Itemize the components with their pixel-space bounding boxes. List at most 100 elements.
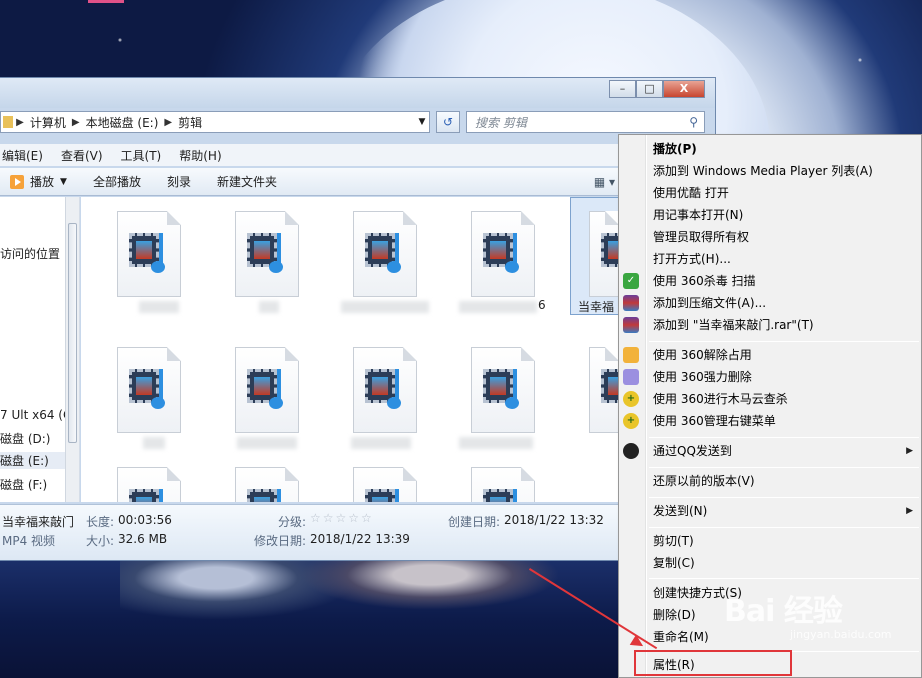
- nav-item-recent-places[interactable]: 访问的位置: [0, 245, 60, 262]
- search-icon[interactable]: ⚲: [689, 115, 698, 129]
- menu-tools[interactable]: 工具(T): [119, 147, 164, 164]
- menu-item-360-scan[interactable]: 使用 360杀毒 扫描: [653, 271, 756, 291]
- close-button[interactable]: X: [663, 80, 705, 98]
- video-file[interactable]: [471, 467, 537, 502]
- video-file[interactable]: [353, 211, 419, 297]
- nav-item-drive-d[interactable]: 磁盘 (D:): [0, 430, 50, 447]
- menu-item-rename[interactable]: 重命名(M): [653, 627, 709, 647]
- video-file[interactable]: [235, 211, 301, 297]
- menu-item-360-unlock[interactable]: 使用 360解除占用: [653, 345, 752, 365]
- menu-bar: 编辑(E) 查看(V) 工具(T) 帮助(H): [0, 144, 715, 166]
- menu-item-send-via-qq[interactable]: 通过QQ发送到: [653, 441, 732, 461]
- play-all-button[interactable]: 全部播放: [93, 173, 141, 190]
- menu-item-open-with[interactable]: 打开方式(H)...: [653, 249, 731, 269]
- menu-item-restore-previous[interactable]: 还原以前的版本(V): [653, 471, 755, 491]
- blurred-label: [237, 437, 297, 449]
- menu-separator: [649, 437, 919, 438]
- play-button[interactable]: 播放 ▼: [10, 173, 67, 190]
- video-file[interactable]: [353, 347, 419, 433]
- video-file[interactable]: [117, 211, 183, 297]
- nav-scrollbar[interactable]: [65, 197, 79, 502]
- navigation-pane: 访问的位置 7 Ult x64 (C 磁盘 (D:) 磁盘 (E:) 磁盘 (F…: [0, 197, 80, 502]
- menu-item-play[interactable]: 播放(P): [653, 139, 697, 159]
- nav-item-drive-c[interactable]: 7 Ult x64 (C: [0, 408, 71, 422]
- blurred-label: [341, 301, 429, 313]
- details-file-name: 当幸福来敲门: [2, 515, 75, 529]
- title-bar[interactable]: – □ X: [0, 78, 715, 108]
- menu-edit[interactable]: 编辑(E): [0, 147, 45, 164]
- menu-item-360-manage-menu[interactable]: 使用 360管理右键菜单: [653, 411, 776, 431]
- view-options-icon[interactable]: ▦ ▾: [594, 175, 615, 189]
- rating-label: 分级:: [278, 515, 307, 529]
- created-value: 2018/1/22 13:32: [504, 513, 604, 527]
- baidu-watermark: Bai 经验: [724, 594, 843, 629]
- video-file[interactable]: [235, 467, 301, 502]
- music-note-icon: [269, 233, 291, 277]
- blurred-label: [143, 437, 165, 449]
- menu-item-360-trojan-scan[interactable]: 使用 360进行木马云查杀: [653, 389, 788, 409]
- minimize-button[interactable]: –: [609, 80, 636, 98]
- music-note-icon: [505, 369, 527, 413]
- address-bar[interactable]: ▶ 计算机 ▶ 本地磁盘 (E:) ▶ 剪辑 ▼: [0, 111, 430, 133]
- chevron-right-icon: ▶: [906, 506, 913, 516]
- breadcrumb-item[interactable]: 剪辑: [172, 114, 208, 131]
- blurred-label: [139, 301, 179, 313]
- chevron-right-icon[interactable]: ▶: [13, 117, 24, 128]
- new-folder-button[interactable]: 新建文件夹: [217, 173, 277, 190]
- music-note-icon: [387, 489, 409, 502]
- music-note-icon: [269, 489, 291, 502]
- wallpaper-figure: [300, 560, 560, 610]
- shredder-icon: [623, 369, 639, 385]
- music-note-icon: [505, 489, 527, 502]
- video-file[interactable]: [235, 347, 301, 433]
- menu-help[interactable]: 帮助(H): [177, 147, 223, 164]
- menu-item-open-youku[interactable]: 使用优酷 打开: [653, 183, 729, 203]
- length-label: 长度:: [86, 515, 115, 529]
- blurred-label: [259, 301, 279, 313]
- selected-file-label: 当幸福: [578, 300, 615, 314]
- video-file[interactable]: [471, 347, 537, 433]
- music-note-icon: [387, 369, 409, 413]
- command-bar: 播放 ▼ 全部播放 刻录 新建文件夹 ▦ ▾: [0, 168, 715, 196]
- chevron-right-icon[interactable]: ▶: [72, 117, 80, 128]
- menu-view[interactable]: 查看(V): [59, 147, 105, 164]
- menu-item-cut[interactable]: 剪切(T): [653, 531, 694, 551]
- menu-item-send-to[interactable]: 发送到(N): [653, 501, 707, 521]
- chevron-right-icon: ▶: [906, 446, 913, 456]
- menu-item-add-to-archive[interactable]: 添加到压缩文件(A)...: [653, 293, 766, 313]
- burn-button[interactable]: 刻录: [167, 173, 191, 190]
- chevron-down-icon[interactable]: ▼: [60, 177, 67, 187]
- menu-item-add-to-wmp[interactable]: 添加到 Windows Media Player 列表(A): [653, 161, 873, 181]
- play-icon: [10, 174, 24, 189]
- video-file[interactable]: [353, 467, 419, 502]
- qq-penguin-icon: [623, 443, 639, 459]
- menu-item-take-ownership[interactable]: 管理员取得所有权: [653, 227, 749, 247]
- chevron-down-icon[interactable]: ▼: [415, 117, 429, 127]
- maximize-button[interactable]: □: [636, 80, 663, 98]
- breadcrumb-item[interactable]: 本地磁盘 (E:): [80, 114, 165, 131]
- menu-item-open-notepad[interactable]: 用记事本打开(N): [653, 205, 743, 225]
- details-file-type: MP4 视频: [2, 534, 56, 548]
- nav-item-drive-f[interactable]: 磁盘 (F:): [0, 476, 47, 493]
- rating-stars[interactable]: ☆☆☆☆☆: [310, 511, 374, 525]
- breadcrumb-item[interactable]: 计算机: [24, 114, 72, 131]
- menu-item-copy[interactable]: 复制(C): [653, 553, 695, 573]
- chevron-right-icon[interactable]: ▶: [164, 117, 172, 128]
- menu-item-delete[interactable]: 删除(D): [653, 605, 696, 625]
- nav-item-drive-e[interactable]: 磁盘 (E:): [0, 452, 66, 469]
- size-value: 32.6 MB: [118, 532, 168, 546]
- menu-item-360-force-delete[interactable]: 使用 360强力删除: [653, 367, 752, 387]
- scrollbar-thumb[interactable]: [68, 223, 77, 443]
- search-input[interactable]: 搜索 剪辑 ⚲: [466, 111, 705, 133]
- menu-item-add-to-rar[interactable]: 添加到 "当幸福来敲门.rar"(T): [653, 315, 814, 335]
- refresh-button[interactable]: ↺: [436, 111, 460, 133]
- shield-icon: ✓: [623, 273, 639, 289]
- baidu-watermark-url: jingyan.baidu.com: [790, 628, 892, 641]
- search-placeholder: 搜索 剪辑: [475, 115, 527, 130]
- video-file[interactable]: [471, 211, 537, 297]
- video-file[interactable]: [117, 347, 183, 433]
- video-file[interactable]: [117, 467, 183, 502]
- plus-circle-icon: +: [623, 391, 639, 407]
- modified-value: 2018/1/22 13:39: [310, 532, 410, 546]
- file-label: 6: [538, 298, 546, 312]
